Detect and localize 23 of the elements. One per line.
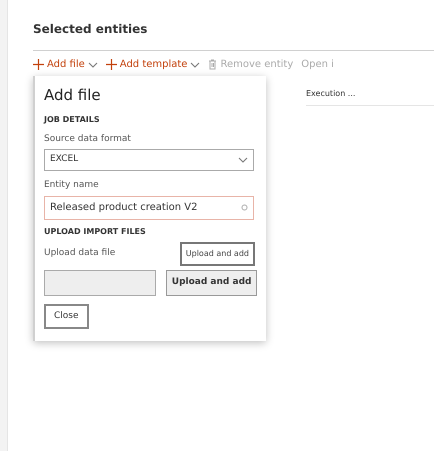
panel-title: Add file	[44, 85, 102, 106]
toolbar-button[interactable]: Add file	[33, 57, 98, 72]
field-label: Entity name	[44, 179, 100, 192]
toolbar-button[interactable]: Add template	[106, 57, 200, 72]
plus-icon	[106, 59, 117, 70]
chevron-down-icon	[238, 157, 248, 163]
field-label: Source data format	[44, 132, 132, 146]
chevron-down-icon	[190, 62, 200, 68]
lookup-icon	[241, 204, 248, 211]
tooltip: Upload and add	[180, 242, 255, 266]
file-path-field[interactable]	[44, 270, 156, 296]
field-label: Upload data file	[44, 246, 116, 260]
entity-name-field[interactable]: Released product creation V2	[44, 196, 254, 220]
plus-icon	[33, 59, 44, 70]
chevron-down-icon	[88, 62, 98, 68]
section-heading: JOB DETAILS	[44, 114, 101, 126]
trash-icon	[208, 59, 218, 70]
upload-button[interactable]: Upload and add	[166, 270, 257, 296]
source-format-dropdown[interactable]: EXCEL	[44, 149, 254, 171]
column-header: Execution ...	[306, 88, 434, 106]
section-heading: UPLOAD IMPORT FILES	[44, 226, 147, 238]
close-button[interactable]: Close	[44, 304, 89, 329]
section-title: Selected entities	[33, 21, 148, 38]
